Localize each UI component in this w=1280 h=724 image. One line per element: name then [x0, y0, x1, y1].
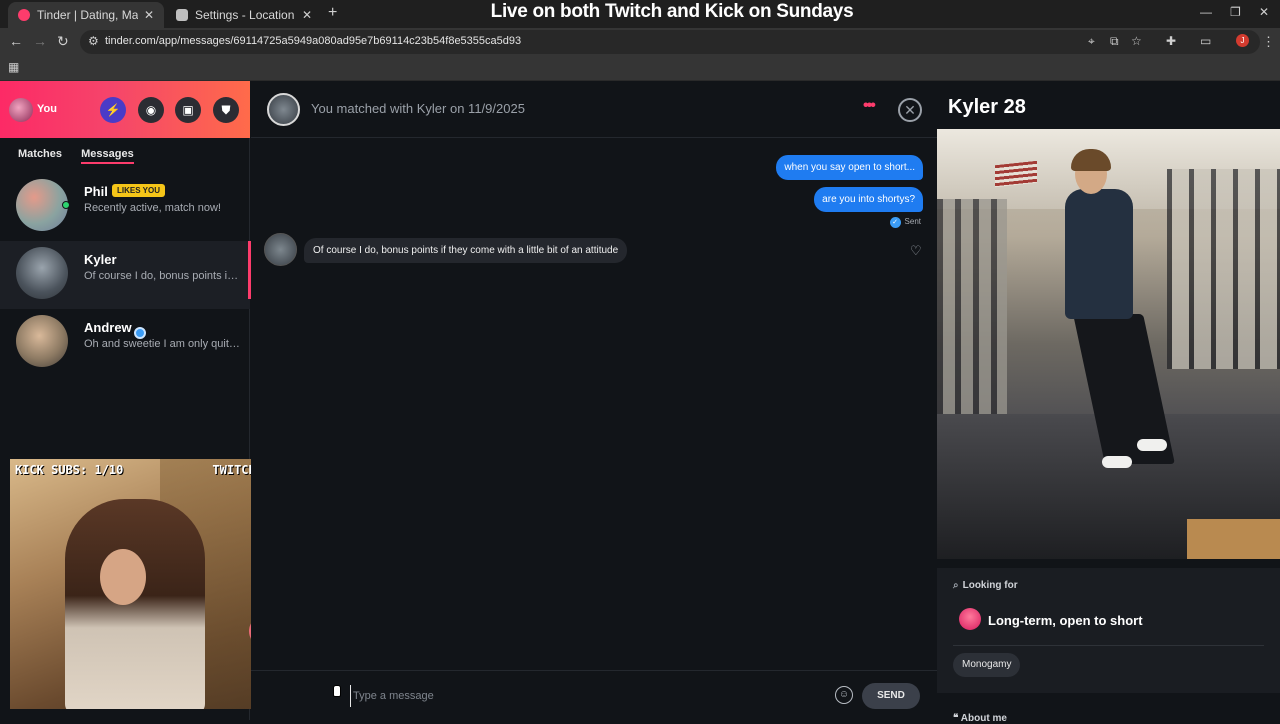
- tab-title: Settings - Location: [195, 8, 295, 22]
- conversation-item-phil[interactable]: Phil LIKES YOU Recently active, match no…: [0, 173, 250, 241]
- profile-photo[interactable]: [937, 129, 1280, 559]
- reload-icon[interactable]: ↻: [57, 33, 69, 50]
- chat-pane: You matched with Kyler on 11/9/2025 ••• …: [251, 81, 937, 720]
- tinder-favicon-icon: [18, 9, 30, 21]
- conversation-name: Andrew: [84, 320, 132, 335]
- profile-panel: Kyler 28 ⌕ Looking for Long-term, open to…: [937, 81, 1280, 724]
- tab-tinder[interactable]: Tinder | Dating, Make Friends & ✕: [8, 2, 164, 28]
- new-tab-button[interactable]: +: [328, 4, 337, 22]
- relationship-type-tag: Monogamy: [953, 653, 1021, 677]
- install-icon[interactable]: ⧉: [1110, 34, 1119, 49]
- tab-close-icon[interactable]: ✕: [144, 8, 154, 22]
- minimize-icon[interactable]: —: [1200, 5, 1212, 19]
- streamer-face: [100, 549, 146, 605]
- gym-rack-left: [937, 199, 1007, 429]
- looking-for-label: Looking for: [962, 580, 1018, 591]
- sidepanel-icon[interactable]: ▭: [1200, 34, 1211, 48]
- close-window-icon[interactable]: ✕: [1259, 5, 1269, 19]
- like-heart-icon[interactable]: ♡: [910, 243, 922, 259]
- sent-check-icon: ✓: [889, 217, 901, 228]
- online-indicator: [62, 201, 70, 209]
- sent-status: ✓ Sent: [889, 217, 921, 228]
- kick-subs-counter: KICK SUBS: 1/10: [15, 463, 124, 477]
- box: [1187, 519, 1280, 559]
- url-bar[interactable]: ⚙ tinder.com/app/messages/69114725a5949a…: [80, 30, 1260, 54]
- conversation-name: Phil: [84, 184, 108, 199]
- gym-rack-right: [1167, 169, 1280, 369]
- send-button[interactable]: SEND: [862, 683, 920, 709]
- conversation-preview: Recently active, match now!: [84, 202, 221, 214]
- chat-header: You matched with Kyler on 11/9/2025 ••• …: [251, 81, 937, 138]
- profile-name-age: Kyler 28: [948, 96, 1026, 118]
- looking-for-value: Long-term, open to short: [988, 613, 1143, 628]
- tab-matches[interactable]: Matches: [18, 148, 62, 160]
- bolt-icon[interactable]: ⚡: [100, 97, 126, 123]
- divider: [953, 645, 1264, 646]
- conversation-preview: Oh and sweetie I am only quite tall: [84, 338, 240, 350]
- outgoing-message[interactable]: when you say open to short...: [776, 155, 923, 180]
- tab-messages[interactable]: Messages: [81, 148, 134, 164]
- looking-for-heading: ⌕ Looking for: [953, 580, 1018, 591]
- heart-eyes-emoji-icon: [959, 608, 981, 630]
- flag-decoration: [995, 160, 1037, 188]
- message-composer: ☺ SEND: [251, 670, 937, 720]
- sender-avatar[interactable]: [264, 233, 297, 266]
- mouse-cursor: [333, 685, 341, 697]
- match-date-title: You matched with Kyler on 11/9/2025: [311, 101, 525, 116]
- browser-menu-icon[interactable]: ⋮: [1262, 34, 1275, 50]
- bookmark-star-icon[interactable]: ☆: [1131, 34, 1142, 48]
- sidebar-header: You ⚡ ◉ ▣ ⛊: [0, 81, 250, 138]
- avatar: [16, 247, 68, 299]
- incoming-message[interactable]: Of course I do, bonus points if they com…: [304, 238, 628, 263]
- sidebar-tabs: Matches Messages: [18, 148, 150, 164]
- verified-badge-icon: [134, 327, 146, 339]
- shield-icon[interactable]: ⛊: [213, 97, 239, 123]
- stream-banner: Live on both Twitch and Kick on Sundays: [490, 1, 854, 22]
- conversation-preview: Of course I do, bonus points if they com…: [84, 270, 240, 282]
- outgoing-message[interactable]: are you into shortys?: [814, 187, 923, 212]
- browser-tab-bar: Tinder | Dating, Make Friends & ✕ Settin…: [0, 0, 1280, 28]
- about-me-label: About me: [960, 713, 1007, 724]
- shoe: [1137, 439, 1167, 451]
- extensions-icon[interactable]: ✚: [1166, 34, 1176, 48]
- man-body: [1065, 189, 1133, 319]
- likes-you-badge: LIKES YOU: [112, 184, 165, 197]
- conversation-item-kyler[interactable]: Kyler Of course I do, bonus points if th…: [0, 241, 251, 309]
- conversation-name: Kyler: [84, 252, 117, 267]
- tab-settings[interactable]: Settings - Location ✕: [166, 2, 322, 28]
- tab-title: Tinder | Dating, Make Friends &: [37, 8, 138, 22]
- tab-close-icon[interactable]: ✕: [302, 8, 312, 22]
- apps-grid-icon[interactable]: ▦: [8, 60, 19, 74]
- conversation-item-andrew[interactable]: Andrew Oh and sweetie I am only quite ta…: [0, 309, 250, 377]
- address-toolbar: ← → ↻ ⚙ tinder.com/app/messages/69114725…: [0, 28, 1280, 56]
- briefcase-icon[interactable]: ▣: [175, 97, 201, 123]
- explore-icon[interactable]: ◉: [138, 97, 164, 123]
- forward-icon[interactable]: →: [33, 33, 47, 49]
- emoji-icon[interactable]: ☺: [835, 686, 853, 704]
- match-avatar[interactable]: [267, 93, 300, 126]
- close-chat-icon[interactable]: ✕: [898, 98, 922, 122]
- browser-profile-avatar[interactable]: J: [1236, 34, 1249, 47]
- message-input[interactable]: [350, 685, 820, 707]
- my-profile-label[interactable]: You: [37, 103, 57, 115]
- looking-for-section: ⌕ Looking for Long-term, open to short Mo…: [937, 568, 1280, 693]
- back-icon[interactable]: ←: [9, 33, 23, 49]
- gear-icon: [176, 9, 188, 21]
- my-avatar[interactable]: [9, 98, 33, 122]
- about-me-heading: ❝ About me: [953, 713, 1007, 724]
- search-icon: ⌕: [953, 580, 959, 591]
- shoe: [1102, 456, 1132, 468]
- avatar: [16, 179, 68, 231]
- more-options-icon[interactable]: •••: [863, 97, 876, 115]
- location-icon[interactable]: ⌖: [1088, 34, 1095, 49]
- sent-status-label: Sent: [904, 217, 921, 226]
- site-info-icon[interactable]: ⚙: [88, 34, 99, 48]
- streamer-figure: [65, 499, 205, 709]
- avatar: [16, 315, 68, 367]
- url-text[interactable]: tinder.com/app/messages/69114725a5949a08…: [105, 35, 521, 47]
- restore-icon[interactable]: ❐: [1230, 5, 1241, 19]
- bookmarks-bar: ▦: [0, 56, 1280, 81]
